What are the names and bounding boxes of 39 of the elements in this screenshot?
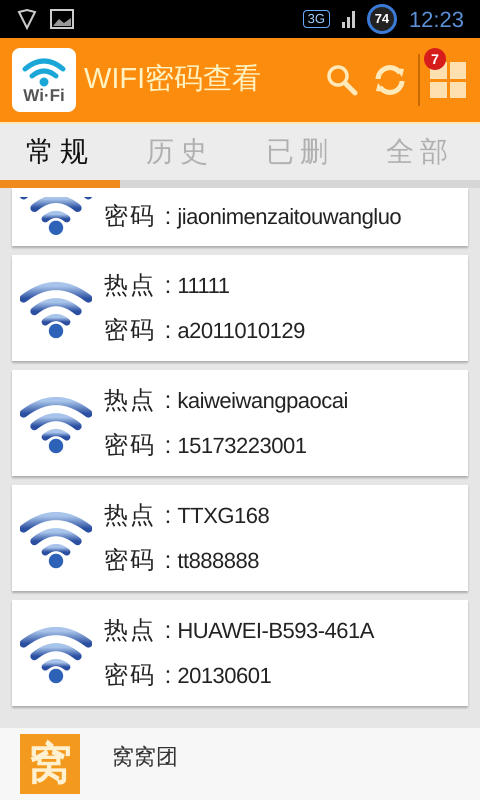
field-value: 20130601 xyxy=(177,664,272,686)
refresh-icon xyxy=(373,63,407,97)
search-icon xyxy=(325,63,359,97)
wifi-card[interactable]: 密码 : jiaonimenzaitouwangluo xyxy=(12,188,468,246)
field-value: 15173223001 xyxy=(177,434,306,456)
field-value: tt888888 xyxy=(177,550,259,572)
logo-text: Wi·Fi xyxy=(23,86,65,104)
field-label: 密码 : xyxy=(104,548,174,572)
field-label: 密码 : xyxy=(104,664,174,688)
ad-title: 窝窝团 xyxy=(112,743,178,771)
ad-banner[interactable]: 窝 窝窝团 xyxy=(0,728,480,800)
ad-logo: 窝 xyxy=(20,734,80,794)
app-title: WIFI密码查看 xyxy=(84,62,262,98)
field-label: 热点 : xyxy=(104,274,174,298)
clock: 12:23 xyxy=(408,6,464,34)
field-label: 热点 : xyxy=(104,618,174,642)
field-value: jiaonimenzaitouwangluo xyxy=(177,206,402,228)
field-label: 热点 : xyxy=(104,504,174,528)
field-label: 密码 : xyxy=(104,205,174,229)
field-label: 密码 : xyxy=(104,318,174,342)
battery-indicator: 74 xyxy=(366,4,397,34)
notification-badge: 7 xyxy=(424,48,446,70)
field-value: a2011010129 xyxy=(177,320,305,342)
network-indicator: 3G xyxy=(302,10,330,28)
field-value: HUAWEI-B593-461A xyxy=(177,620,374,642)
wifi-icon xyxy=(20,197,92,237)
wifi-card[interactable]: 热点 : HUAWEI-B593-461A 密码 : 20130601 xyxy=(12,600,468,706)
signal-icon xyxy=(342,10,355,28)
wifi-card[interactable]: 热点 : 11111 密码 : a2011010129 xyxy=(12,255,468,361)
wifi-card[interactable]: 热点 : kaiweiwangpaocai 密码 : 15173223001 xyxy=(12,370,468,476)
wifi-card[interactable]: 热点 : TTXG168 密码 : tt888888 xyxy=(12,485,468,591)
field-label: 密码 : xyxy=(104,434,174,458)
field-value: TTXG168 xyxy=(177,504,270,526)
field-value: kaiweiwangpaocai xyxy=(177,390,348,412)
field-value: 11111 xyxy=(177,274,230,296)
image-icon xyxy=(50,8,74,30)
wifi-icon xyxy=(22,56,66,86)
field-label: 热点 : xyxy=(104,388,174,412)
tab[interactable]: 常规 xyxy=(0,124,120,180)
